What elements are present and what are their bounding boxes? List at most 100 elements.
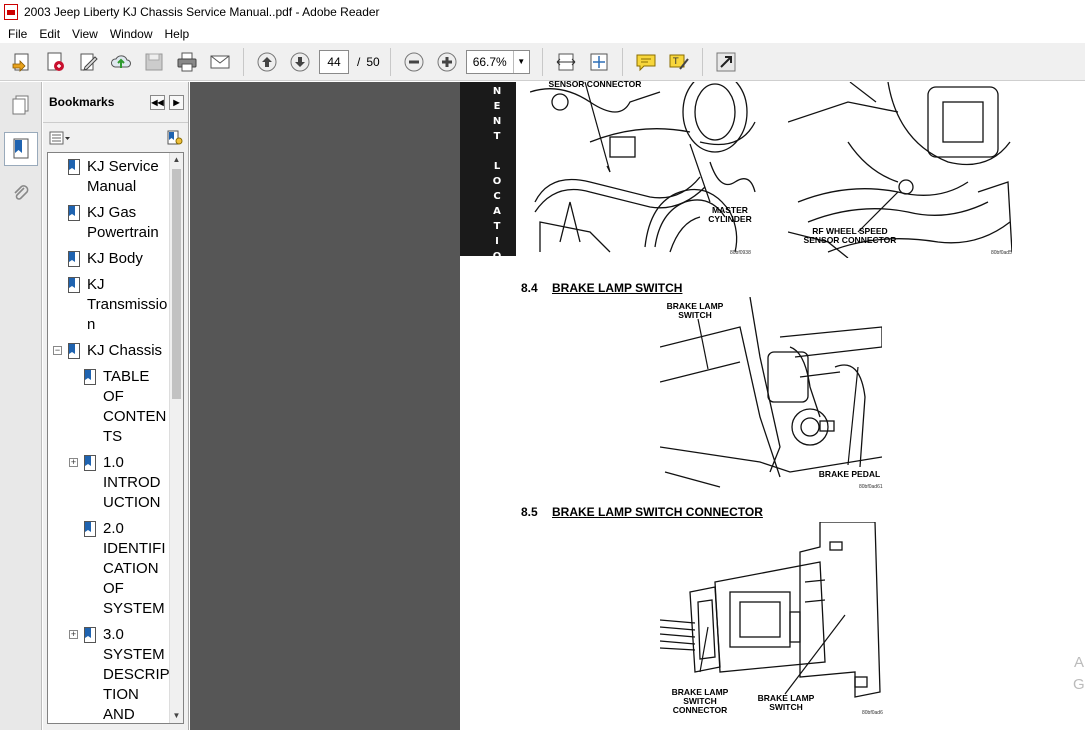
side-tab-letter: E bbox=[493, 101, 501, 112]
bookmark-label-line: UCTION bbox=[103, 494, 161, 511]
create-pdf-icon bbox=[47, 52, 64, 71]
open-file-button[interactable] bbox=[8, 48, 36, 76]
email-button[interactable] bbox=[206, 48, 234, 76]
bookmark-item[interactable]: TABLE OF CONTEN TS bbox=[84, 367, 166, 447]
scroll-down-icon[interactable]: ▼ bbox=[170, 709, 183, 723]
toolbar-separator bbox=[541, 47, 543, 76]
zoom-in-button[interactable] bbox=[433, 48, 461, 76]
bookmark-label-line: TION bbox=[103, 686, 139, 703]
comment-button[interactable] bbox=[632, 48, 660, 76]
bookmark-item[interactable]: KJ Transmissio n bbox=[68, 275, 167, 335]
toolbar-separator bbox=[389, 47, 391, 76]
bookmark-icon bbox=[68, 159, 80, 175]
window-title: 2003 Jeep Liberty KJ Chassis Service Man… bbox=[24, 5, 380, 19]
full-screen-button[interactable] bbox=[712, 48, 740, 76]
bookmark-label: KJ Transmissio n bbox=[87, 275, 167, 335]
menu-view[interactable]: View bbox=[66, 27, 104, 41]
bookmark-item[interactable]: 2.0 IDENTIFI CATION OF SYSTEM bbox=[84, 519, 166, 619]
bookmark-item[interactable]: KJ Service Manual bbox=[68, 157, 159, 197]
figure-code-left: 80bf0938 bbox=[730, 250, 751, 256]
bookmark-icon bbox=[13, 138, 29, 159]
brake-lamp-switch-label: BRAKE LAMP SWITCH bbox=[666, 301, 724, 320]
bookmark-label-line: KJ Body bbox=[87, 250, 143, 267]
bookmark-label: 1.0 INTROD UCTION bbox=[103, 453, 161, 513]
attachments-button[interactable] bbox=[4, 176, 38, 210]
previous-page-button[interactable] bbox=[253, 48, 281, 76]
bookmark-label-line: SYSTEM bbox=[103, 600, 165, 617]
section-number: 8.5 bbox=[521, 505, 538, 519]
bookmarks-title: Bookmarks bbox=[49, 95, 115, 109]
pages-icon bbox=[12, 95, 29, 115]
zoom-select[interactable]: 66.7% ▼ bbox=[465, 49, 530, 74]
next-page-button[interactable] bbox=[286, 48, 314, 76]
cloud-upload-icon bbox=[111, 54, 131, 68]
speech-bubble-icon bbox=[636, 54, 656, 71]
side-tab-letter: N bbox=[492, 116, 502, 127]
brake-lamp-switch-label-2: BRAKE LAMP SWITCH bbox=[757, 693, 815, 712]
expand-toggle-icon[interactable]: + bbox=[69, 458, 78, 467]
toolbar-separator bbox=[701, 47, 703, 76]
panel-options-arrow-button[interactable]: ▶ bbox=[169, 94, 184, 110]
bookmark-item[interactable]: KJ Gas Powertrain bbox=[68, 203, 159, 243]
section-title: BRAKE LAMP SWITCH CONNECTOR bbox=[552, 505, 763, 519]
fit-page-button[interactable] bbox=[585, 48, 613, 76]
bookmark-label-line: SYSTEM bbox=[103, 646, 165, 663]
bookmark-label-line: IDENTIFI bbox=[103, 540, 166, 557]
edit-pdf-button[interactable] bbox=[74, 48, 102, 76]
menu-window[interactable]: Window bbox=[104, 27, 159, 41]
bookmark-label-line: Manual bbox=[87, 178, 137, 195]
bookmarks-panel: Bookmarks ◀◀ ▶ ▲ ▼ KJ Service Manual KJ Ga… bbox=[43, 82, 189, 730]
bookmarks-scrollbar[interactable]: ▲ ▼ bbox=[169, 153, 183, 723]
page-number-input[interactable]: 44 bbox=[319, 49, 349, 74]
collapse-panel-button[interactable]: ◀◀ bbox=[150, 94, 165, 110]
side-tab-letter: O bbox=[492, 251, 502, 262]
bookmarks-panel-button[interactable] bbox=[4, 132, 38, 166]
side-tab-letter: I bbox=[495, 236, 499, 247]
page-edge-fragment: G bbox=[1073, 676, 1085, 693]
collapse-toggle-icon[interactable]: − bbox=[53, 346, 62, 355]
bookmark-item[interactable]: KJ Body bbox=[68, 249, 143, 269]
bookmarks-toolbar bbox=[43, 122, 188, 152]
fit-width-button[interactable] bbox=[552, 48, 580, 76]
bookmark-item[interactable]: 1.0 INTROD UCTION bbox=[84, 453, 161, 513]
scroll-up-icon[interactable]: ▲ bbox=[170, 153, 183, 167]
bookmark-options-button[interactable] bbox=[49, 129, 75, 147]
master-cylinder-label: MASTER CYLINDER bbox=[708, 205, 752, 224]
print-button[interactable] bbox=[173, 48, 201, 76]
printer-icon bbox=[177, 52, 197, 71]
bookmark-label-line: 3.0 bbox=[103, 626, 124, 643]
bookmark-find-icon bbox=[167, 130, 183, 144]
fit-width-icon bbox=[556, 53, 576, 70]
upload-button[interactable] bbox=[107, 48, 135, 76]
scrollbar-thumb[interactable] bbox=[172, 169, 181, 399]
bookmark-icon bbox=[84, 521, 96, 537]
bookmark-label-line: OF bbox=[103, 580, 124, 597]
save-button[interactable] bbox=[140, 48, 168, 76]
bookmark-icon bbox=[84, 627, 96, 643]
section-side-tab: NENT LOCATIONS bbox=[460, 82, 516, 292]
menu-help[interactable]: Help bbox=[159, 27, 196, 41]
create-pdf-button[interactable] bbox=[41, 48, 69, 76]
toolbar-separator bbox=[621, 47, 623, 76]
paperclip-icon bbox=[14, 185, 29, 200]
document-viewer[interactable]: NENT LOCATIONS SENSOR CONNECTOR MASTER C… bbox=[190, 80, 1085, 730]
arrow-up-icon bbox=[257, 52, 277, 71]
highlight-button[interactable]: T bbox=[665, 48, 693, 76]
chevron-down-icon[interactable]: ▼ bbox=[512, 50, 529, 73]
menu-edit[interactable]: Edit bbox=[33, 27, 66, 41]
menu-file[interactable]: File bbox=[2, 27, 33, 41]
menu-bar: File Edit View Window Help bbox=[0, 24, 1085, 43]
bookmark-icon bbox=[68, 277, 80, 293]
bookmark-item[interactable]: KJ Chassis bbox=[68, 341, 162, 361]
expand-bookmark-button[interactable] bbox=[166, 129, 188, 147]
expand-toggle-icon[interactable]: + bbox=[69, 630, 78, 639]
bookmark-icon bbox=[84, 455, 96, 471]
page-thumbnails-button[interactable] bbox=[4, 88, 38, 122]
figure-code-8-5: 80bf0ad6 bbox=[862, 710, 883, 716]
bookmark-label-line: CATION bbox=[103, 560, 159, 577]
zoom-out-button[interactable] bbox=[400, 48, 428, 76]
bookmark-label-line: INTROD bbox=[103, 474, 161, 491]
edit-icon bbox=[80, 53, 98, 71]
title-bar: 2003 Jeep Liberty KJ Chassis Service Man… bbox=[0, 0, 1085, 24]
bookmark-item[interactable]: 3.0 SYSTEM DESCRIP TION AND bbox=[84, 625, 170, 723]
